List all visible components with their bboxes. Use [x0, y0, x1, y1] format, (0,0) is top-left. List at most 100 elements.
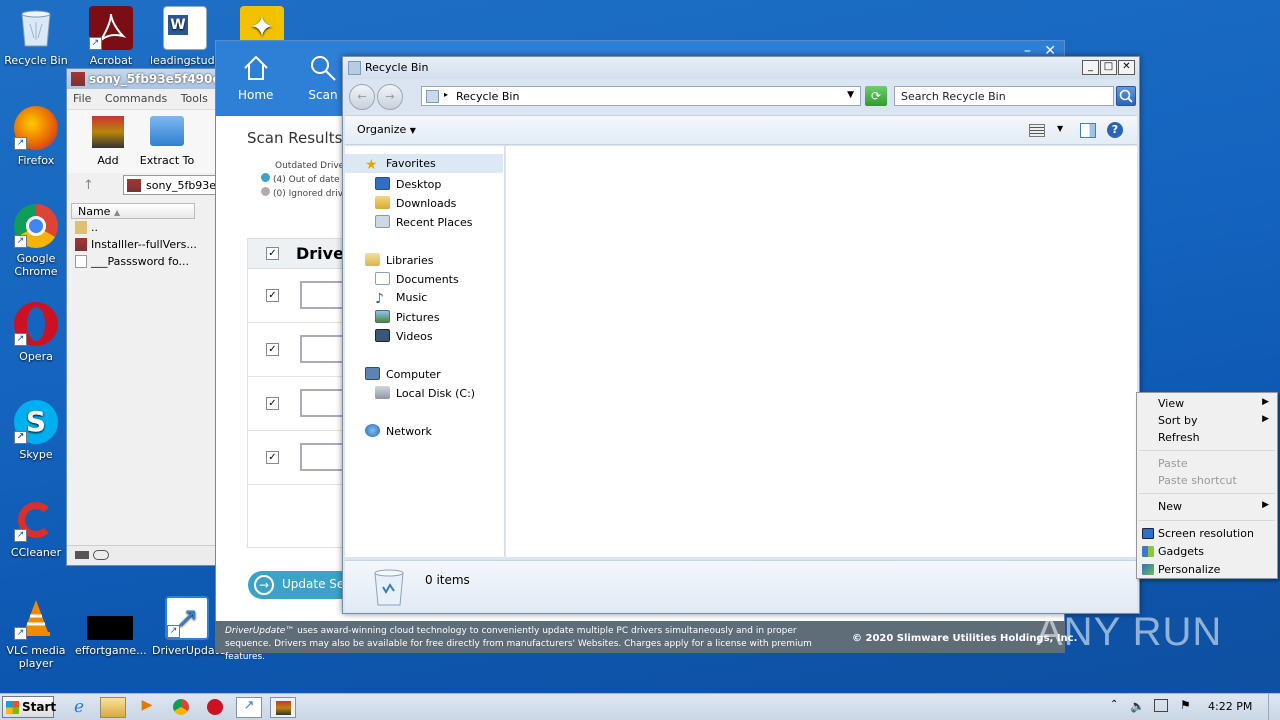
refresh-icon[interactable]: ⟳ [865, 86, 887, 106]
nav-favorites[interactable]: ★ Favorites [345, 154, 503, 173]
driverupdate-taskbar-icon[interactable]: ↗ [236, 697, 262, 718]
firefox-icon: ↗ [14, 106, 58, 150]
submenu-arrow-icon: ▶ [1262, 414, 1269, 424]
nav-videos[interactable]: Videos [345, 326, 503, 345]
driver-row[interactable]: ✓ [248, 377, 346, 431]
nav-pictures[interactable]: Pictures [345, 307, 503, 326]
desktop-icon-ccleaner[interactable]: ↗ CCleaner [1, 498, 71, 559]
column-header-name[interactable]: Name ▲ [71, 203, 195, 219]
show-desktop-button[interactable] [1268, 694, 1280, 720]
menu-paste-shortcut[interactable]: Paste shortcut [1139, 472, 1275, 489]
menu-personalize[interactable]: Personalize [1139, 561, 1275, 578]
driver-row[interactable]: ✓ [248, 323, 346, 377]
submenu-arrow-icon: ▶ [1262, 397, 1269, 407]
menu-screen-resolution[interactable]: Screen resolution [1139, 525, 1275, 542]
driver-row[interactable]: ✓ [248, 431, 346, 485]
nav-desktop[interactable]: Desktop [345, 174, 503, 193]
winrar-add-button[interactable]: Add [83, 116, 133, 167]
file-row[interactable]: Installler--fullVers... [71, 237, 221, 254]
driver-row[interactable]: ✓ [248, 269, 346, 323]
breadcrumb-chevron-icon[interactable]: ▸ [444, 90, 448, 99]
start-button[interactable]: Start [2, 696, 56, 718]
close-button[interactable]: ✕ [1118, 60, 1135, 75]
nav-recent-places[interactable]: Recent Places [345, 212, 503, 231]
nav-network[interactable]: Network [345, 421, 503, 440]
media-player-icon[interactable]: ▶ [134, 697, 160, 718]
explorer-window[interactable]: Recycle Bin _ □ ✕ ← → ▸ Recycle Bin ▼ ⟳ … [342, 56, 1140, 614]
view-options-icon[interactable] [1029, 124, 1045, 137]
menu-sort-by[interactable]: Sort by ▶ [1139, 412, 1275, 429]
ccleaner-icon: ↗ [14, 498, 58, 542]
winrar-taskbar-icon[interactable] [270, 697, 296, 718]
menu-new[interactable]: New ▶ [1139, 498, 1275, 515]
forward-button[interactable]: → [377, 84, 403, 110]
desktop-icon-driverupdate[interactable]: ↗ ↗ DriverUpdate [152, 596, 226, 657]
clock[interactable]: 4:22 PM [1208, 700, 1252, 713]
driver-checkbox[interactable]: ✓ [266, 397, 279, 410]
driver-checkbox[interactable]: ✓ [266, 451, 279, 464]
desktop-icon-vlc[interactable]: ↗ VLC media player [1, 596, 71, 670]
menu-view[interactable]: View ▶ [1139, 395, 1275, 412]
nav-scan[interactable]: Scan [308, 53, 338, 102]
nav-downloads[interactable]: Downloads [345, 193, 503, 212]
file-row[interactable]: .. [71, 220, 221, 237]
desktop-icon-chrome[interactable]: ↗ Google Chrome [1, 204, 71, 278]
search-input[interactable]: Search Recycle Bin [894, 86, 1114, 106]
desktop-icon-effortgame[interactable]: effortgame... [75, 596, 147, 657]
menu-paste[interactable]: Paste [1139, 455, 1275, 472]
nav-home[interactable]: Home [238, 53, 273, 102]
address-bar[interactable]: ▸ Recycle Bin ▼ [421, 86, 861, 106]
driver-checkbox[interactable]: ✓ [266, 289, 279, 302]
key-icon [93, 550, 109, 560]
desktop-icon-acrobat[interactable]: ↗ Acrobat [76, 6, 146, 67]
ie-icon[interactable]: ℯ [66, 697, 92, 718]
gadgets-icon [1142, 546, 1154, 557]
black-file-icon [87, 616, 133, 640]
arrow-right-icon: → [254, 575, 274, 595]
file-row[interactable]: ___Passsword fo... [71, 254, 221, 271]
menu-refresh[interactable]: Refresh [1139, 429, 1275, 446]
speaker-icon[interactable]: 🔈 [1130, 699, 1145, 713]
desktop-icon-firefox[interactable]: ↗ Firefox [1, 106, 71, 167]
desktop-icon-skype[interactable]: S ↗ Skype [1, 400, 71, 461]
nav-local-disk[interactable]: Local Disk (C:) [345, 383, 503, 402]
winrar-window[interactable]: sony_5fb93e5f490e6 File Commands Tools F… [66, 68, 226, 566]
network-tray-icon[interactable] [1154, 699, 1168, 712]
show-hidden-icons[interactable]: ⌃ [1110, 699, 1118, 710]
select-all-checkbox[interactable]: ✓ [266, 247, 279, 260]
organize-button[interactable]: Organize ▼ [357, 123, 416, 136]
file-list-area[interactable] [506, 146, 1137, 557]
desktop-icon-recycle-bin[interactable]: Recycle Bin [1, 6, 71, 67]
address-dropdown-icon[interactable]: ▼ [847, 90, 854, 100]
maximize-button[interactable]: □ [1100, 60, 1117, 75]
action-center-flag-icon[interactable]: ⚑ [1180, 698, 1191, 712]
explorer-taskbar-icon[interactable] [100, 697, 126, 718]
menu-gadgets[interactable]: Gadgets [1139, 543, 1275, 560]
desktop-icon-opera[interactable]: ↗ Opera [1, 302, 71, 363]
explorer-titlebar[interactable]: Recycle Bin _ □ ✕ [343, 57, 1139, 79]
minimize-button[interactable]: _ [1082, 60, 1099, 75]
driver-list-header: ✓ Driver [248, 239, 352, 269]
nav-music[interactable]: ♪ Music [345, 288, 503, 307]
winrar-menu-commands[interactable]: Commands [105, 92, 167, 105]
windows-logo-icon [6, 701, 19, 714]
driver-checkbox[interactable]: ✓ [266, 343, 279, 356]
chrome-taskbar-icon[interactable] [168, 697, 194, 718]
up-arrow-icon[interactable]: ↑ [83, 178, 94, 193]
shortcut-arrow-icon: ↗ [89, 37, 102, 50]
desktop-icon-word-doc[interactable]: W leadingstudi... [150, 6, 228, 67]
winrar-menu-tools[interactable]: Tools [181, 92, 208, 105]
view-dropdown-icon[interactable]: ▼ [1057, 124, 1063, 133]
help-icon[interactable]: ? [1107, 122, 1123, 138]
winrar-extract-button[interactable]: Extract To [137, 116, 197, 167]
preview-pane-icon[interactable] [1080, 123, 1096, 138]
opera-taskbar-icon[interactable] [202, 697, 228, 718]
nav-computer[interactable]: Computer [345, 364, 503, 383]
nav-libraries[interactable]: Libraries [345, 250, 503, 269]
winrar-menu-file[interactable]: File [73, 92, 91, 105]
winrar-path-field[interactable]: sony_5fb93e5 [123, 175, 223, 195]
search-icon[interactable] [1116, 86, 1136, 106]
nav-documents[interactable]: Documents [345, 269, 503, 288]
back-button[interactable]: ← [349, 84, 375, 110]
skype-icon: S ↗ [14, 400, 58, 444]
